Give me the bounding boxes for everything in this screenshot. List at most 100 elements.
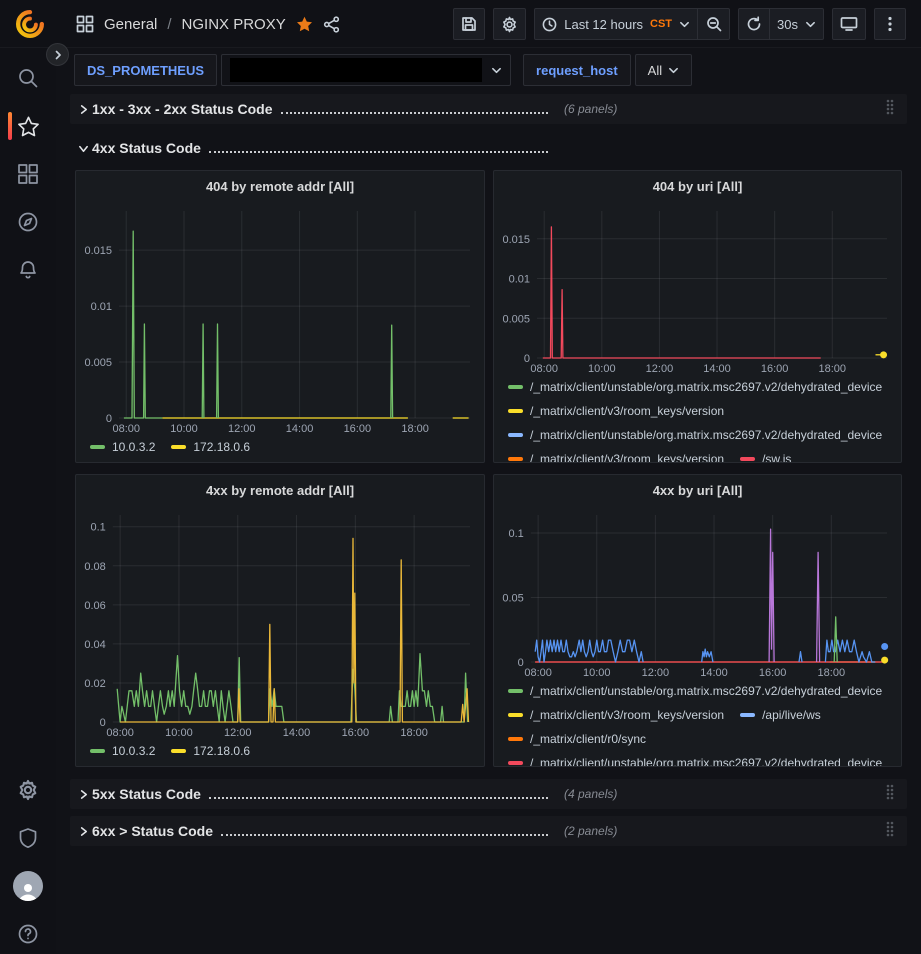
legend-item[interactable]: 172.18.0.6 (171, 742, 250, 760)
row-drag-handle[interactable] (885, 99, 895, 120)
zoom-out-icon (706, 16, 722, 32)
svg-text:16:00: 16:00 (761, 363, 789, 375)
dashboard-row-5xx[interactable]: 5xx Status Code (4 panels) (70, 779, 907, 809)
panel-title[interactable]: 4xx by remote addr [All] (76, 475, 484, 505)
svg-text:18:00: 18:00 (401, 423, 429, 435)
legend-label: /_matrix/client/v3/room_keys/version (530, 450, 724, 463)
row-drag-handle[interactable] (885, 784, 895, 805)
svg-text:0.1: 0.1 (91, 522, 106, 534)
legend-item[interactable]: 10.0.3.2 (90, 438, 155, 456)
sidebar-item-help[interactable] (0, 914, 56, 954)
more-options-button[interactable] (874, 8, 906, 40)
row-title: 6xx > Status Code (92, 823, 213, 839)
panel-row-2: 4xx by remote addr [All] 08:0010:0012:00… (75, 474, 902, 767)
legend-color-swatch (740, 713, 755, 717)
sidebar-item-dashboards[interactable] (0, 154, 56, 194)
dashboard-row-6xx[interactable]: 6xx > Status Code (2 panels) (70, 816, 907, 846)
refresh-button[interactable] (738, 8, 770, 40)
chevron-down-icon (668, 65, 679, 76)
legend-item[interactable]: /_matrix/client/unstable/org.matrix.msc2… (508, 426, 882, 444)
favorite-star-icon[interactable] (296, 16, 313, 33)
breadcrumb-folder[interactable]: General (104, 16, 157, 33)
svg-text:14:00: 14:00 (703, 363, 731, 375)
svg-text:0.1: 0.1 (509, 528, 524, 540)
timeseries-chart[interactable]: 08:0010:0012:0014:0016:0018:0000.050.1 (494, 505, 901, 680)
zoom-out-time-button[interactable] (698, 8, 730, 40)
legend-label: 10.0.3.2 (112, 438, 155, 456)
svg-text:12:00: 12:00 (642, 667, 670, 679)
dashboard-settings-button[interactable] (493, 8, 526, 40)
shield-icon (17, 827, 39, 849)
sidebar-item-search[interactable] (0, 58, 56, 98)
refresh-interval-picker[interactable]: 30s (770, 8, 824, 40)
dashboards-grid-icon (76, 15, 94, 33)
panel-4xx-by-uri: 4xx by uri [All] 08:0010:0012:0014:0016:… (493, 474, 902, 767)
grafana-logo-icon[interactable] (16, 10, 44, 38)
share-icon[interactable] (323, 16, 340, 33)
svg-text:0.005: 0.005 (84, 357, 112, 369)
sidebar-item-server-admin[interactable] (0, 818, 56, 858)
datasource-variable-select[interactable] (221, 54, 511, 86)
legend-item[interactable]: /_matrix/client/unstable/org.matrix.msc2… (508, 378, 882, 396)
open-menu-toggle[interactable] (46, 43, 69, 66)
legend-color-swatch (508, 713, 523, 717)
legend-item[interactable]: /_matrix/client/unstable/org.matrix.msc2… (508, 682, 882, 700)
request-host-variable-select[interactable]: All (635, 54, 692, 86)
legend-item[interactable]: 172.18.0.6 (171, 438, 250, 456)
svg-text:18:00: 18:00 (400, 727, 428, 739)
save-dashboard-button[interactable] (453, 8, 485, 40)
legend-color-swatch (508, 385, 523, 389)
panel-title[interactable]: 4xx by uri [All] (494, 475, 901, 505)
legend-item[interactable]: /_matrix/client/v3/room_keys/version (508, 402, 724, 420)
datasource-variable-label: DS_PROMETHEUS (74, 54, 217, 86)
svg-text:16:00: 16:00 (342, 727, 370, 739)
bell-icon (17, 259, 39, 281)
legend-item[interactable]: /sw.js (740, 450, 791, 463)
svg-text:16:00: 16:00 (759, 667, 787, 679)
legend-item[interactable]: /_matrix/client/v3/room_keys/version (508, 706, 724, 724)
panel-title[interactable]: 404 by uri [All] (494, 171, 901, 201)
compass-icon (17, 211, 39, 233)
sidebar-item-alerting[interactable] (0, 250, 56, 290)
chevron-right-icon (74, 826, 92, 837)
tv-mode-button[interactable] (832, 8, 866, 40)
legend-item[interactable]: /_matrix/client/r0/sync (508, 730, 646, 748)
breadcrumb-dashboard[interactable]: NGINX PROXY (182, 16, 286, 33)
legend-item[interactable]: /api/live/ws (740, 706, 821, 724)
breadcrumb-separator: / (167, 16, 171, 33)
legend-label: 172.18.0.6 (193, 438, 250, 456)
legend-item[interactable]: /_matrix/client/v3/room_keys/version (508, 450, 724, 463)
legend-item[interactable]: /_matrix/client/unstable/org.matrix.msc2… (508, 754, 882, 767)
timeseries-chart[interactable]: 08:0010:0012:0014:0016:0018:0000.0050.01… (76, 201, 484, 436)
svg-text:16:00: 16:00 (344, 423, 372, 435)
svg-text:08:00: 08:00 (106, 727, 134, 739)
panel-legend: 10.0.3.2 172.18.0.6 (76, 436, 484, 462)
refresh-group: 30s (738, 8, 824, 40)
legend-label: /_matrix/client/unstable/org.matrix.msc2… (530, 426, 882, 444)
timeseries-chart[interactable]: 08:0010:0012:0014:0016:0018:0000.0050.01… (494, 201, 901, 376)
sidebar-item-configuration[interactable] (0, 770, 56, 810)
timeseries-chart[interactable]: 08:0010:0012:0014:0016:0018:0000.020.040… (76, 505, 484, 740)
sidebar-item-profile[interactable] (0, 866, 56, 906)
legend-label: /_matrix/client/unstable/org.matrix.msc2… (530, 682, 882, 700)
dashboard-row-4xx[interactable]: 4xx Status Code (70, 133, 907, 163)
dashboards-grid-icon (17, 163, 39, 185)
svg-text:0: 0 (524, 353, 530, 365)
legend-label: 10.0.3.2 (112, 742, 155, 760)
time-range-picker[interactable]: Last 12 hours CST (534, 8, 698, 40)
breadcrumb: General / NGINX PROXY (76, 0, 340, 48)
dotted-leader (209, 151, 548, 153)
chevron-down-icon (74, 143, 92, 154)
legend-item[interactable]: 10.0.3.2 (90, 742, 155, 760)
dashboard-row-1xx-3xx-2xx[interactable]: 1xx - 3xx - 2xx Status Code (6 panels) (70, 94, 907, 124)
svg-text:14:00: 14:00 (700, 667, 728, 679)
svg-text:0: 0 (106, 413, 112, 425)
row-title: 1xx - 3xx - 2xx Status Code (92, 101, 273, 117)
row-drag-handle[interactable] (885, 821, 895, 842)
panel-title[interactable]: 404 by remote addr [All] (76, 171, 484, 201)
kebab-menu-icon (888, 16, 892, 32)
svg-text:12:00: 12:00 (228, 423, 256, 435)
sidebar-item-explore[interactable] (0, 202, 56, 242)
row-panel-count: (4 panels) (564, 787, 617, 801)
sidebar-item-starred[interactable] (0, 106, 56, 146)
